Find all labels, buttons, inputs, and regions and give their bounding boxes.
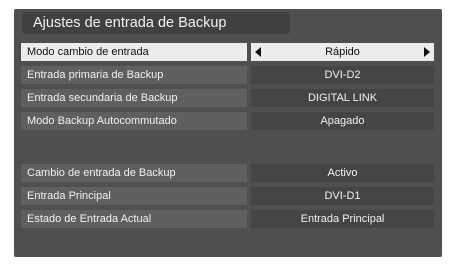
row-label: Cambio de entrada de Backup xyxy=(21,164,247,182)
menu-title: Ajustes de entrada de Backup xyxy=(22,12,290,34)
row-entrada-primaria-de-backup[interactable]: Entrada primaria de Backup DVI-D2 xyxy=(21,66,434,84)
row-label: Estado de Entrada Actual xyxy=(21,210,247,228)
row-label: Modo cambio de entrada xyxy=(21,43,247,61)
row-value: DVI-D1 xyxy=(251,187,434,205)
row-cambio-de-entrada-de-backup: Cambio de entrada de Backup Activo xyxy=(21,164,434,182)
row-value: DIGITAL LINK xyxy=(251,89,434,107)
row-label: Entrada secundaria de Backup xyxy=(21,89,247,107)
arrow-left-icon[interactable] xyxy=(255,47,261,57)
row-value: DVI-D2 xyxy=(251,66,434,84)
value-selector[interactable]: Rápido xyxy=(251,43,434,61)
row-entrada-principal: Entrada Principal DVI-D1 xyxy=(21,187,434,205)
arrow-right-icon[interactable] xyxy=(424,47,430,57)
row-estado-de-entrada-actual: Estado de Entrada Actual Entrada Princip… xyxy=(21,210,434,228)
osd-menu-panel: Ajustes de entrada de Backup Modo cambio… xyxy=(14,9,442,257)
row-value: Apagado xyxy=(251,112,434,130)
row-value: Activo xyxy=(251,164,434,182)
row-label: Entrada Principal xyxy=(21,187,247,205)
row-entrada-secundaria-de-backup[interactable]: Entrada secundaria de Backup DIGITAL LIN… xyxy=(21,89,434,107)
row-modo-backup-autocommutado[interactable]: Modo Backup Autocommutado Apagado xyxy=(21,112,434,130)
row-value: Rápido xyxy=(325,46,360,58)
row-modo-cambio-de-entrada[interactable]: Modo cambio de entrada Rápido xyxy=(21,43,434,61)
row-label: Modo Backup Autocommutado xyxy=(21,112,247,130)
row-value: Entrada Principal xyxy=(251,210,434,228)
row-label: Entrada primaria de Backup xyxy=(21,66,247,84)
